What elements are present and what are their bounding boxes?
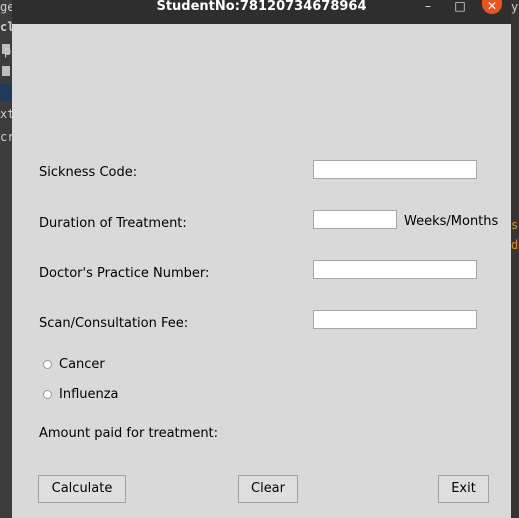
radio-button-icon[interactable] bbox=[43, 360, 52, 369]
background-selection bbox=[0, 84, 12, 102]
background-desktop-right: y s d bbox=[511, 0, 519, 518]
radio-influenza[interactable]: Influenza bbox=[43, 387, 119, 402]
calculate-button[interactable]: Calculate bbox=[38, 475, 126, 503]
form-window: Sickness Code: Duration of Treatment: We… bbox=[12, 24, 511, 518]
duration-label: Duration of Treatment: bbox=[39, 216, 187, 231]
sickness-code-input[interactable] bbox=[313, 160, 477, 179]
exit-button[interactable]: Exit bbox=[438, 475, 489, 503]
radio-cancer[interactable]: Cancer bbox=[43, 357, 105, 372]
background-text-fragment: cl bbox=[0, 20, 12, 34]
minimize-icon[interactable]: – bbox=[420, 0, 436, 14]
radio-cancer-label: Cancer bbox=[59, 357, 105, 372]
background-text-fragment: xt bbox=[0, 107, 12, 121]
fee-input[interactable] bbox=[313, 310, 477, 329]
maximize-icon[interactable]: □ bbox=[452, 0, 468, 14]
background-text-fragment: cr bbox=[0, 130, 12, 144]
practice-number-input[interactable] bbox=[313, 260, 477, 279]
background-text-fragment: d bbox=[511, 238, 519, 252]
background-text-fragment: y bbox=[511, 0, 519, 14]
radio-button-icon[interactable] bbox=[43, 390, 52, 399]
duration-input[interactable] bbox=[313, 210, 397, 229]
background-text-fragment: s bbox=[511, 218, 519, 232]
duration-unit-label: Weeks/Months bbox=[404, 214, 499, 229]
practice-number-label: Doctor's Practice Number: bbox=[39, 266, 210, 281]
window-titlebar[interactable]: StudentNo:78120734678964 – □ ✕ bbox=[12, 0, 511, 24]
window-title: StudentNo:78120734678964 bbox=[156, 0, 367, 14]
amount-paid-label: Amount paid for treatment: bbox=[39, 426, 219, 441]
background-text-fragment: ge bbox=[0, 0, 12, 14]
clear-button[interactable]: Clear bbox=[238, 475, 298, 503]
fee-label: Scan/Consultation Fee: bbox=[39, 316, 189, 331]
radio-influenza-label: Influenza bbox=[59, 387, 119, 402]
background-block bbox=[2, 66, 10, 76]
background-desktop-left: ge cl p xt cr bbox=[0, 0, 12, 518]
background-text-fragment: p bbox=[4, 44, 12, 58]
sickness-code-label: Sickness Code: bbox=[39, 165, 138, 180]
